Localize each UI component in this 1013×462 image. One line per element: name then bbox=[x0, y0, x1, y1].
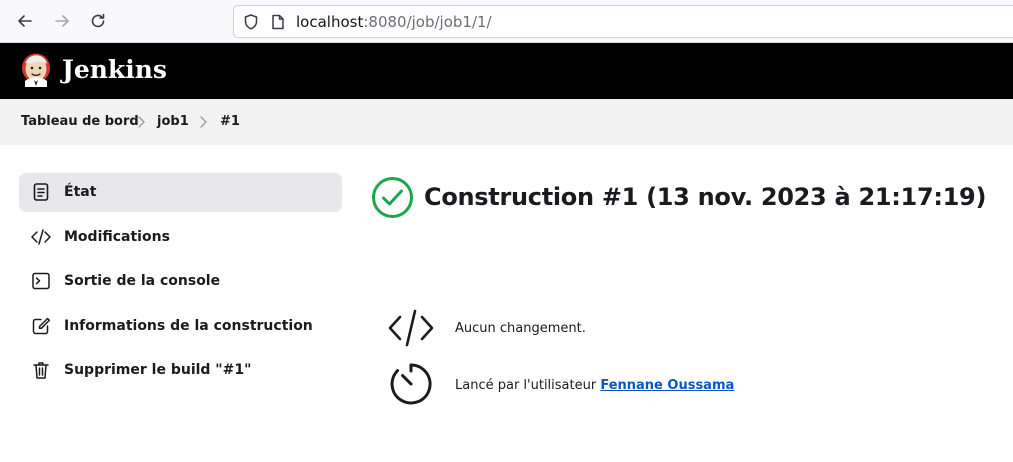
sidebar-item-delete-build[interactable]: Supprimer le build "#1" bbox=[19, 351, 342, 390]
changes-text: Aucun changement. bbox=[455, 321, 586, 336]
browser-toolbar: localhost:8080/job/job1/1/ bbox=[0, 0, 1013, 43]
timer-icon bbox=[390, 363, 432, 405]
jenkins-butler-logo[interactable] bbox=[19, 53, 53, 89]
jenkins-header: Jenkins bbox=[0, 43, 1013, 99]
breadcrumb-build[interactable]: #1 bbox=[220, 113, 240, 131]
reload-icon bbox=[91, 13, 105, 28]
breadcrumb: Tableau de bord job1 #1 bbox=[0, 99, 1013, 145]
terminal-icon bbox=[32, 272, 50, 290]
forward-button[interactable] bbox=[47, 6, 77, 36]
edit-icon bbox=[32, 317, 51, 335]
user-link[interactable]: Fennane Oussama bbox=[600, 378, 734, 393]
address-bar[interactable]: localhost:8080/job/job1/1/ bbox=[233, 5, 1013, 38]
sidebar-item-label: Informations de la construction bbox=[64, 318, 313, 334]
shield-icon[interactable] bbox=[242, 13, 260, 31]
breadcrumb-job[interactable]: job1 bbox=[157, 113, 189, 131]
sidebar-item-label: État bbox=[64, 184, 97, 200]
sidebar-item-build-info[interactable]: Informations de la construction bbox=[19, 307, 342, 346]
sidebar-item-status[interactable]: État bbox=[19, 173, 342, 212]
back-button[interactable] bbox=[10, 6, 40, 36]
arrow-left-icon bbox=[18, 15, 32, 27]
chevron-right-icon bbox=[200, 116, 207, 128]
reload-button[interactable] bbox=[83, 6, 113, 36]
started-by-label: Lancé par l'utilisateur bbox=[455, 378, 601, 393]
arrow-right-icon bbox=[55, 15, 69, 27]
breadcrumb-dashboard[interactable]: Tableau de bord bbox=[21, 113, 139, 131]
url-host: localhost bbox=[296, 13, 364, 31]
url-path: :8080/job/job1/1/ bbox=[363, 13, 492, 31]
trash-icon bbox=[33, 362, 49, 379]
sidebar-item-label: Modifications bbox=[64, 229, 170, 245]
page-title: Construction #1 (13 nov. 2023 à 21:17:19… bbox=[424, 183, 987, 211]
page-icon[interactable] bbox=[269, 13, 287, 31]
chevron-right-icon bbox=[138, 116, 145, 128]
sidebar-item-console[interactable]: Sortie de la console bbox=[19, 262, 342, 301]
jenkins-title[interactable]: Jenkins bbox=[62, 54, 167, 86]
sidebar-item-label: Sortie de la console bbox=[64, 273, 221, 289]
sidebar-item-label: Supprimer le build "#1" bbox=[64, 362, 252, 378]
url-text[interactable]: localhost:8080/job/job1/1/ bbox=[296, 12, 492, 32]
success-check-icon bbox=[372, 177, 413, 218]
code-icon bbox=[31, 229, 51, 245]
sidebar-item-changes[interactable]: Modifications bbox=[19, 218, 342, 257]
code-icon bbox=[388, 309, 434, 347]
document-icon bbox=[33, 183, 49, 201]
started-by: Lancé par l'utilisateur Fennane Oussama bbox=[455, 377, 734, 395]
